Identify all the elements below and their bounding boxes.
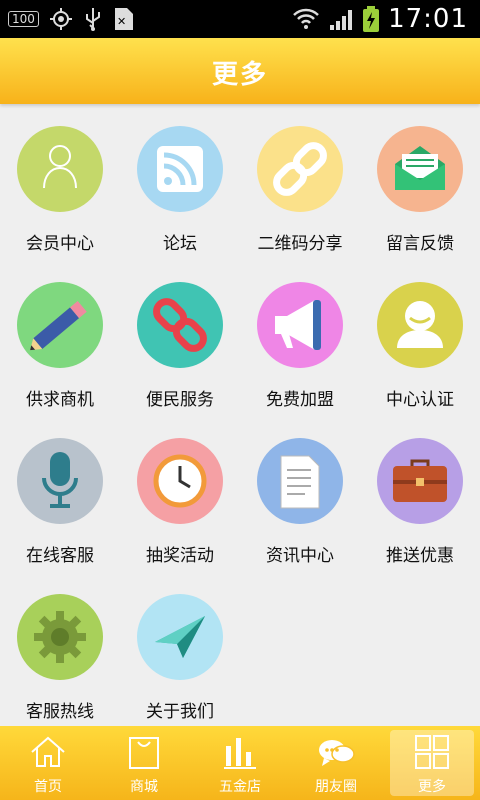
grid-item-qr-share[interactable]: 二维码分享	[240, 104, 360, 260]
tab-label: 五金店	[219, 779, 261, 795]
megaphone-icon	[275, 300, 321, 350]
document-icon	[280, 455, 320, 509]
person-outline-icon	[43, 145, 77, 189]
home-icon	[31, 736, 65, 767]
news-center-icon-circle	[257, 438, 343, 524]
free-join-icon-circle	[257, 282, 343, 368]
tab-mall[interactable]: 商城	[96, 726, 192, 800]
grid-item-service-hotline[interactable]: 客服热线	[0, 572, 120, 726]
convenience-icon-circle	[137, 282, 223, 368]
grid-item-convenience[interactable]: 便民服务	[120, 260, 240, 416]
chat-bubbles-icon	[319, 740, 355, 766]
clock: 17:01	[388, 4, 468, 34]
feature-grid: 会员中心 论坛 二维码分享 留言反馈 供求商机 便民服务 免费加盟 中心认证 在…	[0, 104, 480, 726]
bar-chart-icon	[224, 738, 256, 769]
grid-item-supply-demand[interactable]: 供求商机	[0, 260, 120, 416]
lottery-icon-circle	[137, 438, 223, 524]
tab-label: 商城	[130, 779, 158, 795]
chain-link-icon	[273, 142, 327, 196]
sim-card-icon: ✕	[114, 8, 133, 30]
grid-item-feedback[interactable]: 留言反馈	[360, 104, 480, 260]
member-center-icon-circle	[17, 126, 103, 212]
briefcase-icon	[393, 459, 447, 502]
grid-item-label: 推送优惠	[386, 546, 454, 566]
tab-label: 首页	[34, 779, 62, 795]
grid-item-forum[interactable]: 论坛	[120, 104, 240, 260]
grid-item-online-service[interactable]: 在线客服	[0, 416, 120, 572]
grid-item-label: 留言反馈	[386, 234, 454, 254]
tab-label: 朋友圈	[315, 779, 357, 795]
grid-item-news-center[interactable]: 资讯中心	[240, 416, 360, 572]
envelope-icon	[395, 146, 445, 190]
tab-hardware-store[interactable]: 五金店	[192, 726, 288, 800]
paper-plane-icon	[155, 616, 205, 658]
grid-item-free-join[interactable]: 免费加盟	[240, 260, 360, 416]
grid-item-push-offers[interactable]: 推送优惠	[360, 416, 480, 572]
grid-item-label: 供求商机	[26, 390, 94, 410]
battery-percent-indicator: 100	[8, 11, 39, 27]
grid-item-member-center[interactable]: 会员中心	[0, 104, 120, 260]
grid-item-about-us[interactable]: 关于我们	[120, 572, 240, 726]
forum-icon-circle	[137, 126, 223, 212]
pencil-icon	[30, 300, 87, 351]
red-link-icon	[153, 298, 207, 352]
grid-item-label: 中心认证	[386, 390, 454, 410]
grid-item-lottery[interactable]: 抽奖活动	[120, 416, 240, 572]
page-title: 更多	[211, 60, 268, 90]
feedback-icon-circle	[377, 126, 463, 212]
grid-item-label: 在线客服	[26, 546, 94, 566]
certification-icon-circle	[377, 282, 463, 368]
grid-item-certification[interactable]: 中心认证	[360, 260, 480, 416]
qr-share-icon-circle	[257, 126, 343, 212]
grid-item-label: 会员中心	[26, 234, 94, 254]
grid-item-label: 论坛	[163, 234, 197, 254]
grid-item-label: 资讯中心	[266, 546, 334, 566]
clock-icon	[153, 454, 207, 508]
shopping-bag-icon	[129, 737, 159, 769]
about-us-icon-circle	[137, 594, 223, 680]
gps-icon	[49, 8, 72, 30]
tab-home[interactable]: 首页	[0, 726, 96, 800]
wifi-icon	[293, 8, 319, 29]
gear-icon	[34, 611, 86, 663]
service-hotline-icon-circle	[17, 594, 103, 680]
signal-icon	[330, 10, 353, 30]
status-bar: 100 ✕ 17:01	[0, 0, 480, 38]
microphone-icon	[42, 452, 78, 508]
tab-more[interactable]: 更多	[384, 726, 480, 800]
grid-item-label: 二维码分享	[257, 234, 343, 254]
grid-item-label: 关于我们	[146, 702, 214, 722]
grid-item-label: 免费加盟	[266, 390, 334, 410]
online-service-icon-circle	[17, 438, 103, 524]
rss-icon	[157, 146, 203, 192]
user-badge-icon	[397, 301, 443, 348]
push-offers-icon-circle	[377, 438, 463, 524]
grid-item-label: 客服热线	[26, 702, 94, 722]
grid-item-label: 抽奖活动	[146, 546, 214, 566]
battery-charging-icon	[363, 6, 380, 32]
tab-label: 更多	[418, 779, 446, 795]
title-bar: 更多	[0, 38, 480, 104]
supply-demand-icon-circle	[17, 282, 103, 368]
tab-friends-circle[interactable]: 朋友圈	[288, 726, 384, 800]
grid-icon	[415, 735, 449, 769]
grid-item-label: 便民服务	[146, 390, 214, 410]
usb-icon	[85, 8, 100, 31]
svg-text:✕: ✕	[117, 15, 126, 28]
bottom-tab-bar: 首页 商城 五金店 朋友圈 更多	[0, 726, 480, 800]
